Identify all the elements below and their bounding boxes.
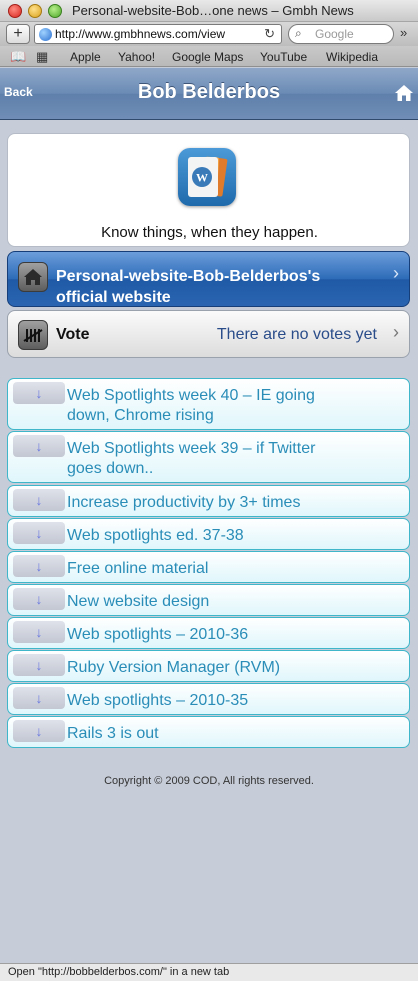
wordpress-logo-icon: W xyxy=(188,156,228,197)
status-text: Open "http://bobbelderbos.com/" in a new… xyxy=(8,966,230,978)
reload-icon[interactable]: ↻ xyxy=(264,26,275,42)
arrow-down-icon: ↓ xyxy=(13,654,65,676)
arrow-down-icon: ↓ xyxy=(13,489,65,511)
search-input[interactable]: ⌕ Google xyxy=(288,24,394,44)
news-title: New website design xyxy=(67,593,210,610)
app-header: Back Bob Belderbos xyxy=(0,68,418,120)
home-icon[interactable] xyxy=(394,83,414,103)
official-website-link[interactable]: Personal-website-Bob-Belderbos's officia… xyxy=(7,251,410,307)
vote-status: There are no votes yet xyxy=(216,326,377,343)
arrow-down-icon: ↓ xyxy=(13,621,65,643)
tagline: Know things, when they happen. xyxy=(101,224,318,241)
copyright-text: Copyright © 2009 COD, All rights reserve… xyxy=(104,775,314,787)
news-item[interactable]: ↓ Ruby Version Manager (RVM) xyxy=(7,650,410,682)
news-title: Free online material xyxy=(67,560,209,577)
arrow-down-icon: ↓ xyxy=(13,522,65,544)
zoom-window-button[interactable] xyxy=(48,4,62,18)
page-title: Bob Belderbos xyxy=(137,81,281,103)
logo-panel: W Know things, when they happen. xyxy=(7,133,410,247)
arrow-down-icon: ↓ xyxy=(13,687,65,709)
news-item[interactable]: ↓ Increase productivity by 3+ times xyxy=(7,485,410,517)
url-text: http://www.gmbhnews.com/view xyxy=(55,27,226,41)
bookmarks-bar: 📖 ▦ Apple Yahoo! Google Maps YouTube Wik… xyxy=(0,46,418,67)
news-title: Web spotlights ed. 37-38 xyxy=(67,527,244,544)
vote-tally-icon xyxy=(18,320,48,350)
news-item[interactable]: ↓ Web spotlights ed. 37-38 xyxy=(7,518,410,550)
news-title: Web Spotlights week 39 – if Twitter goes… xyxy=(67,440,316,477)
search-icon: ⌕ xyxy=(295,26,302,40)
arrow-down-icon: ↓ xyxy=(13,555,65,577)
chevron-right-icon: › xyxy=(393,263,399,283)
top-sites-grid-icon[interactable]: ▦ xyxy=(36,49,48,65)
news-item[interactable]: ↓ Web Spotlights week 39 – if Twitter go… xyxy=(7,431,410,483)
address-bar[interactable]: http://www.gmbhnews.com/view ↻ xyxy=(34,24,282,44)
news-item[interactable]: ↓ Free online material xyxy=(7,551,410,583)
toolbar-overflow-icon[interactable]: » xyxy=(400,25,407,40)
arrow-down-icon: ↓ xyxy=(13,720,65,742)
bookmark-google-maps[interactable]: Google Maps xyxy=(172,50,243,64)
browser-toolbar: + http://www.gmbhnews.com/view ↻ ⌕ Googl… xyxy=(0,22,418,46)
chevron-right-icon: › xyxy=(393,322,399,342)
official-website-label: Personal-website-Bob-Belderbos's officia… xyxy=(56,268,321,306)
bookmark-youtube[interactable]: YouTube xyxy=(260,50,307,64)
svg-text:W: W xyxy=(196,171,208,185)
bookmark-yahoo[interactable]: Yahoo! xyxy=(118,50,155,64)
arrow-down-icon: ↓ xyxy=(13,435,65,457)
globe-icon xyxy=(39,28,52,41)
news-title: Rails 3 is out xyxy=(67,725,159,742)
vote-row[interactable]: Vote There are no votes yet › xyxy=(7,310,410,358)
news-title: Web spotlights – 2010-35 xyxy=(67,692,249,709)
house-icon xyxy=(18,262,48,292)
news-item[interactable]: ↓ Web Spotlights week 40 – IE going down… xyxy=(7,378,410,430)
add-bookmark-button[interactable]: + xyxy=(6,24,30,44)
app-logo: W xyxy=(178,148,236,206)
window-title: Personal-website-Bob…one news – Gmbh New… xyxy=(72,3,354,18)
arrow-down-icon: ↓ xyxy=(13,588,65,610)
news-item[interactable]: ↓ Web spotlights – 2010-36 xyxy=(7,617,410,649)
minimize-window-button[interactable] xyxy=(28,4,42,18)
news-title: Ruby Version Manager (RVM) xyxy=(67,659,281,676)
window-titlebar: Personal-website-Bob…one news – Gmbh New… xyxy=(0,0,418,22)
close-window-button[interactable] xyxy=(8,4,22,18)
news-item[interactable]: ↓ New website design xyxy=(7,584,410,616)
search-placeholder: Google xyxy=(315,27,354,41)
news-item[interactable]: ↓ Rails 3 is out xyxy=(7,716,410,748)
browser-statusbar: Open "http://bobbelderbos.com/" in a new… xyxy=(0,963,418,981)
arrow-down-icon: ↓ xyxy=(13,382,65,404)
bookmarks-book-icon[interactable]: 📖 xyxy=(10,49,26,65)
news-item[interactable]: ↓ Web spotlights – 2010-35 xyxy=(7,683,410,715)
bookmark-wikipedia[interactable]: Wikipedia xyxy=(326,50,378,64)
news-title: Web Spotlights week 40 – IE going down, … xyxy=(67,387,315,424)
news-title: Increase productivity by 3+ times xyxy=(67,494,301,511)
bookmark-apple[interactable]: Apple xyxy=(70,50,101,64)
news-title: Web spotlights – 2010-36 xyxy=(67,626,249,643)
vote-label: Vote xyxy=(56,326,90,343)
